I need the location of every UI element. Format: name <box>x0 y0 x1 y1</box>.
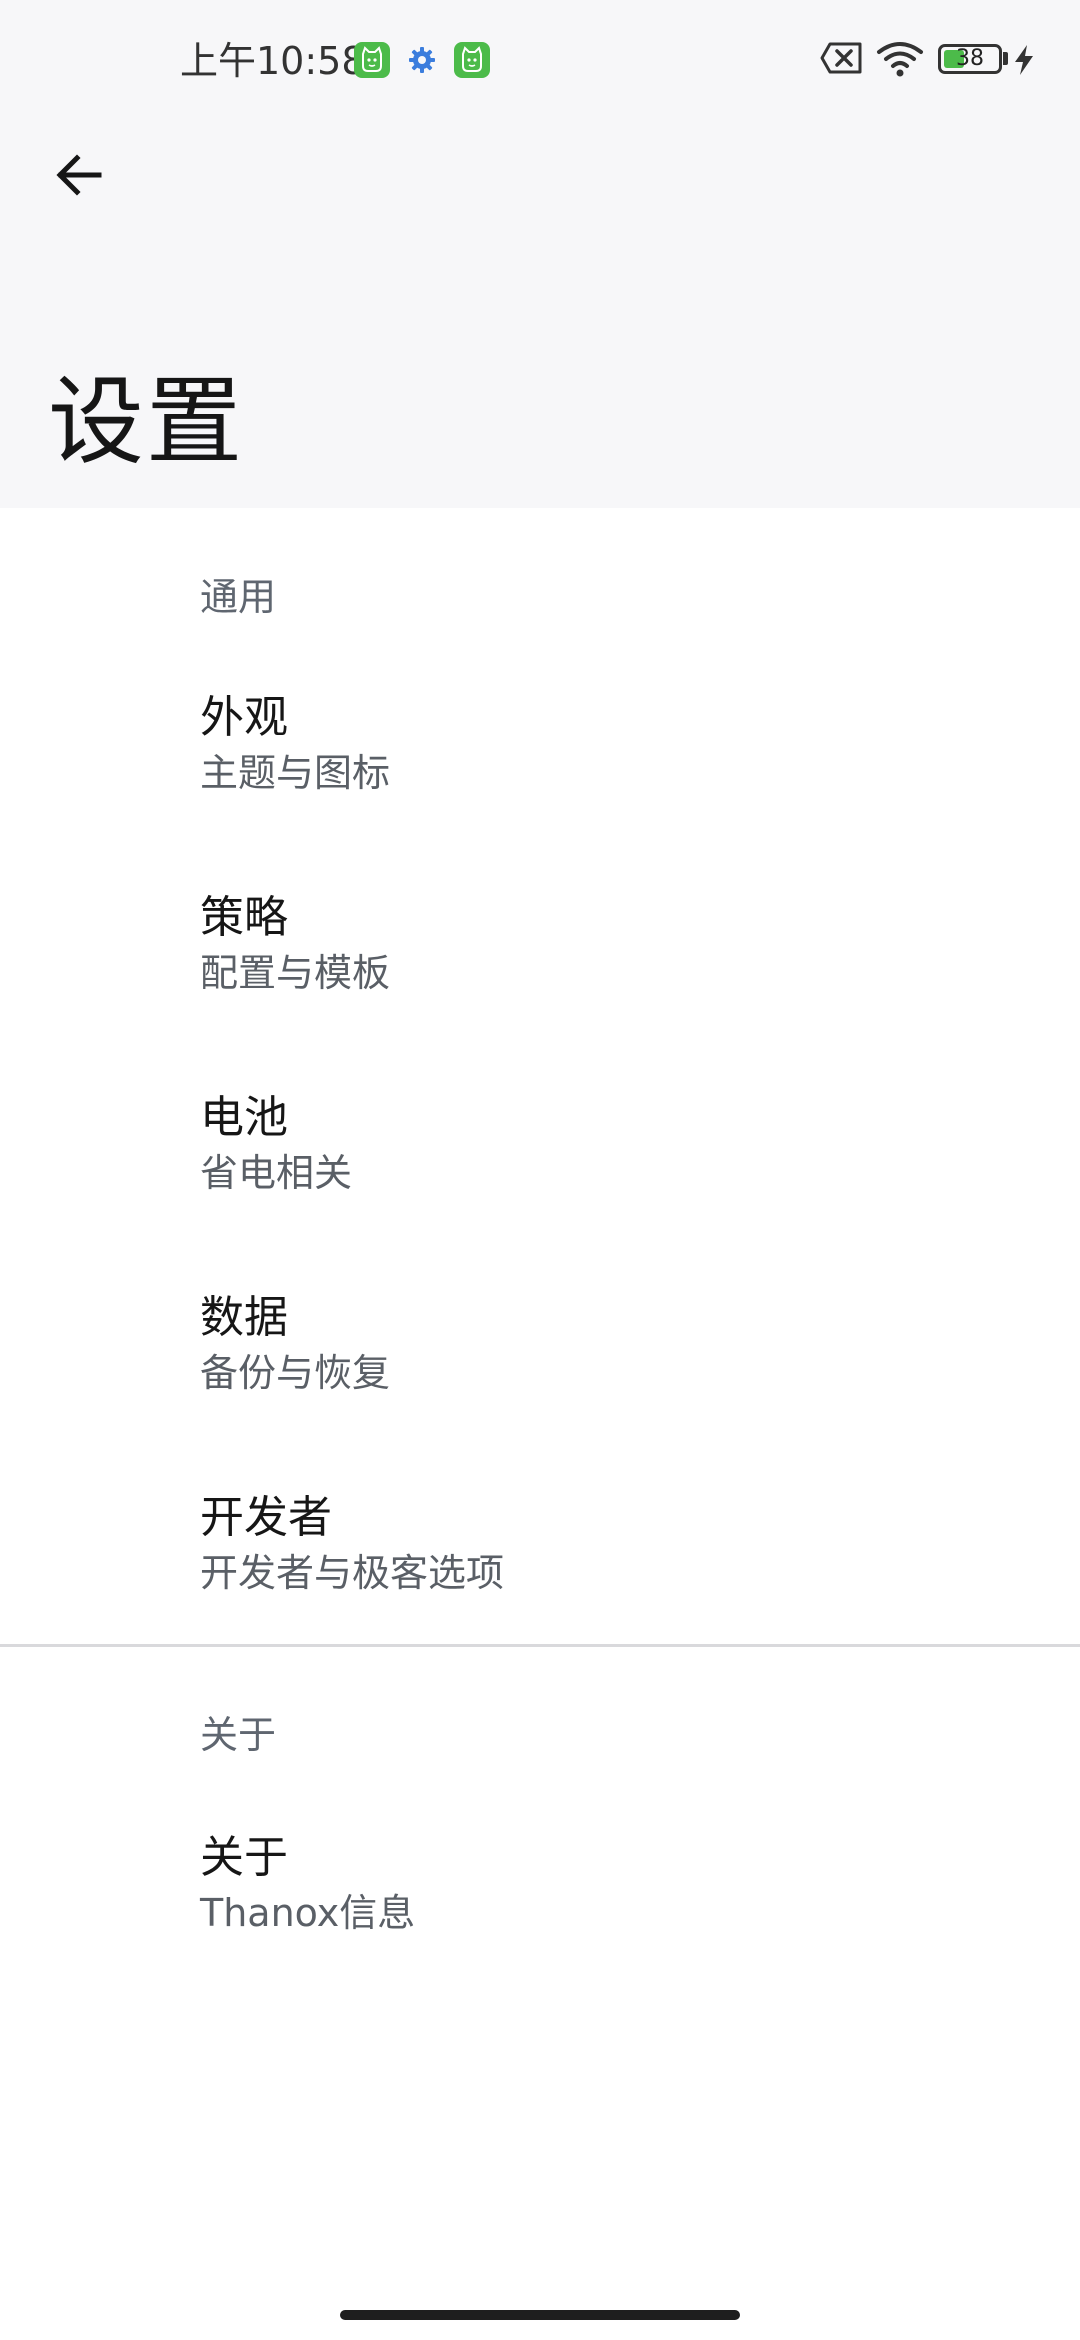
battery-cap <box>1003 52 1008 65</box>
arrow-left-icon <box>56 154 102 196</box>
pref-title: 数据 <box>200 1292 288 1343</box>
battery-level-text: 38 <box>956 46 984 71</box>
pref-item-developer[interactable]: 开发者 开发者与极客选项 <box>0 1490 1080 1690</box>
pref-title: 开发者 <box>200 1492 332 1543</box>
back-button[interactable] <box>44 140 114 210</box>
page-title: 设置 <box>48 366 244 478</box>
gear-notification-icon <box>406 44 438 76</box>
pref-title: 关于 <box>200 1832 288 1883</box>
cat-notification-icon <box>454 42 490 78</box>
cat-notification-icon <box>354 42 390 78</box>
pref-title: 电池 <box>200 1092 288 1143</box>
status-bar: 上午10:58 38 <box>0 0 1080 120</box>
pref-title: 外观 <box>200 692 288 743</box>
pref-title: 策略 <box>200 892 288 943</box>
pref-item-data[interactable]: 数据 备份与恢复 <box>0 1290 1080 1490</box>
close-box-icon <box>820 40 864 80</box>
pref-summary: 开发者与极客选项 <box>200 1551 505 1595</box>
section-divider <box>0 1644 1080 1647</box>
pref-summary: 配置与模板 <box>200 951 391 995</box>
wifi-icon <box>876 40 924 82</box>
section-header-about: 关于 <box>200 1713 277 1757</box>
status-time: 上午10:58 <box>180 39 366 83</box>
pref-summary: 主题与图标 <box>200 751 391 795</box>
pref-item-appearance[interactable]: 外观 主题与图标 <box>0 690 1080 890</box>
charging-bolt-icon <box>1012 44 1036 80</box>
pref-summary: Thanox信息 <box>200 1891 416 1935</box>
pref-item-battery[interactable]: 电池 省电相关 <box>0 1090 1080 1290</box>
pref-summary: 备份与恢复 <box>200 1351 391 1395</box>
pref-item-about[interactable]: 关于 Thanox信息 <box>0 1830 1080 2030</box>
section-header-general: 通用 <box>200 575 277 619</box>
gesture-navigation-bar[interactable] <box>340 2310 740 2320</box>
pref-item-strategy[interactable]: 策略 配置与模板 <box>0 890 1080 1090</box>
pref-summary: 省电相关 <box>200 1151 353 1195</box>
